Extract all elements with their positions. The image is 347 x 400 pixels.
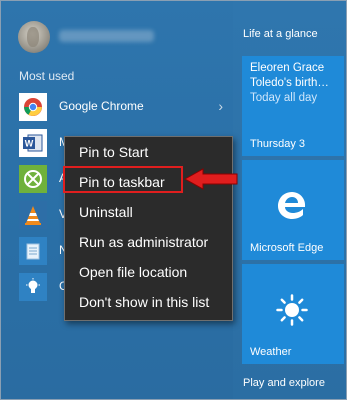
word-icon: W <box>19 129 47 157</box>
calendar-date: Thursday 3 <box>250 138 306 150</box>
user-avatar[interactable] <box>18 21 50 53</box>
menu-item-uninstall[interactable]: Uninstall <box>65 199 232 225</box>
menu-item-run-as-administrator[interactable]: Run as administrator <box>65 229 232 255</box>
username-blurred[interactable] <box>59 30 154 42</box>
tips-icon <box>19 273 47 301</box>
highlight-box <box>63 166 183 193</box>
calendar-tile[interactable]: Eleoren Grace Toledo's birth… Today all … <box>242 56 344 156</box>
app-label: Google Chrome <box>59 99 144 113</box>
red-arrow-icon <box>183 167 239 196</box>
calendar-event-line1: Eleoren Grace <box>250 62 325 74</box>
calendar-event-line3: Today all day <box>250 92 318 104</box>
menu-item-pin-to-start[interactable]: Pin to Start <box>65 139 232 165</box>
menu-item-dont-show-in-list[interactable]: Don't show in this list <box>65 289 232 315</box>
weather-tile[interactable]: Weather <box>242 264 344 364</box>
edge-tile-label: Microsoft Edge <box>250 242 324 254</box>
xbox-icon <box>19 165 47 193</box>
group-title-life-at-a-glance: Life at a glance <box>243 28 318 40</box>
calendar-event-line2: Toledo's birth… <box>250 77 329 89</box>
edge-icon <box>275 188 309 227</box>
weather-tile-label: Weather <box>250 346 292 358</box>
microsoft-edge-tile[interactable]: Microsoft Edge <box>242 160 344 260</box>
chrome-icon <box>19 93 47 121</box>
group-title-play-and-explore: Play and explore <box>243 377 325 389</box>
most-used-label: Most used <box>19 69 75 83</box>
menu-item-open-file-location[interactable]: Open file location <box>65 259 232 285</box>
start-menu: Most used Google Chrome › W A V Life at … <box>0 0 347 400</box>
vlc-icon <box>19 201 47 229</box>
context-menu: Pin to Start Pin to taskbar Uninstall Ru… <box>64 136 233 321</box>
notepad-icon <box>19 237 47 265</box>
sun-icon <box>276 294 308 331</box>
svg-text:W: W <box>25 139 34 149</box>
chevron-right-icon[interactable]: › <box>218 98 223 114</box>
app-google-chrome[interactable]: Google Chrome › <box>19 93 229 121</box>
